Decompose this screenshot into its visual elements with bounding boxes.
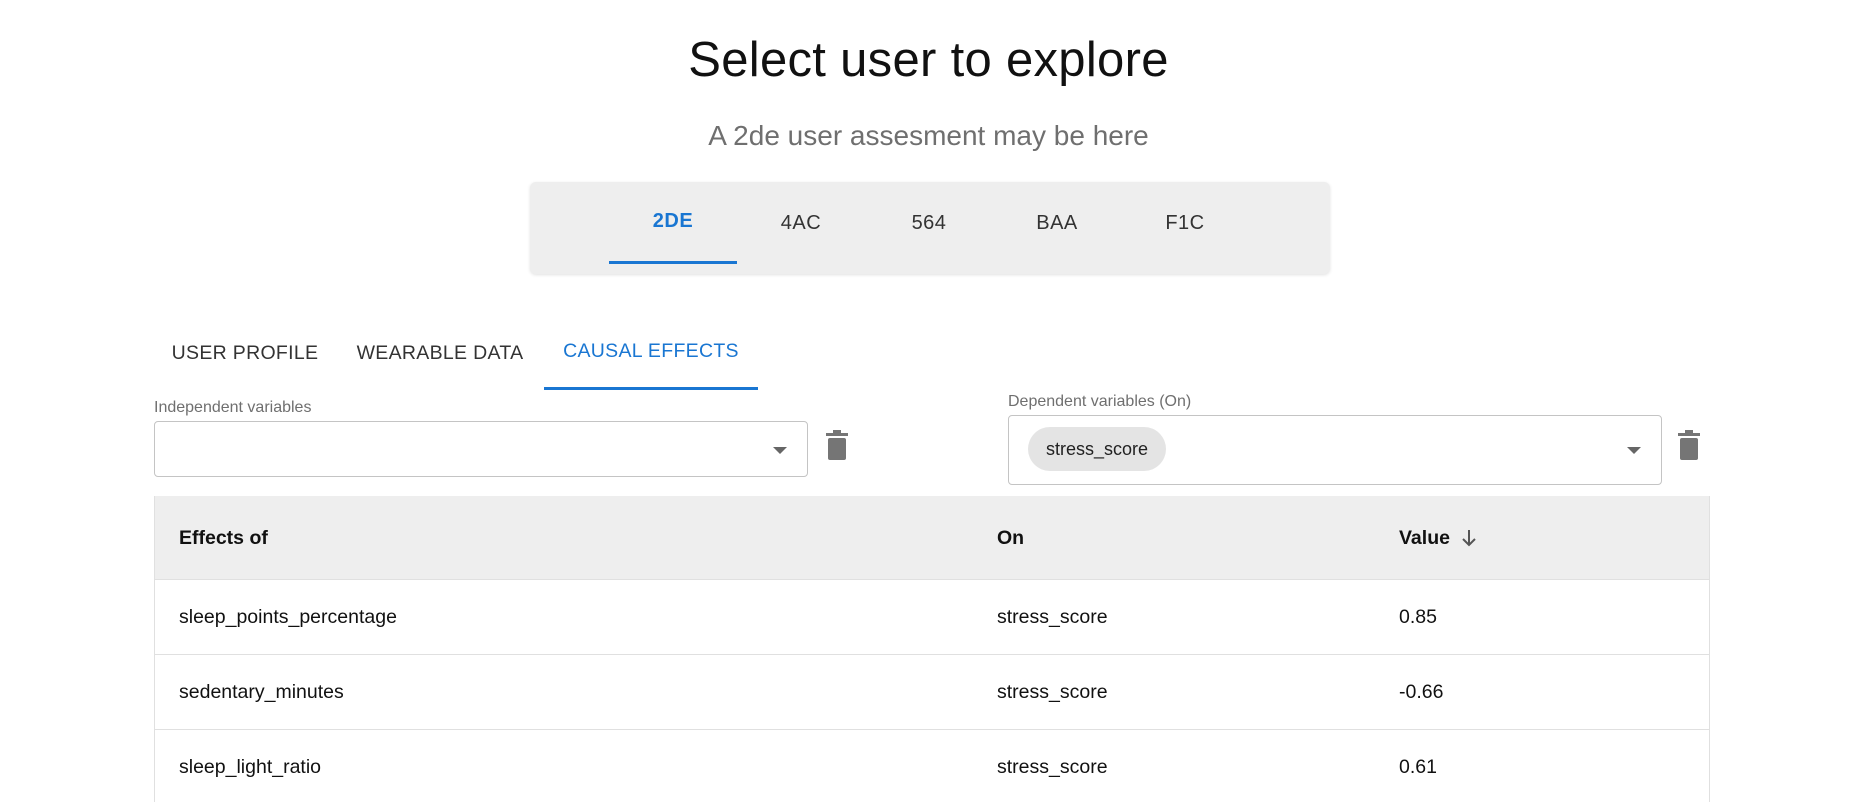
table-row[interactable]: sedentary_minutes stress_score -0.66 [155,655,1709,730]
table-row[interactable]: sleep_light_ratio stress_score 0.61 [155,730,1709,802]
causal-effects-table: Effects of On Value sleep_points_percent… [154,496,1710,802]
caret-down-icon [773,447,787,454]
page-subtitle: A 2de user assesment may be here [708,120,1149,151]
trash-icon[interactable] [825,430,849,460]
arrow-down-icon[interactable] [1460,528,1478,548]
independent-variables-select[interactable] [154,421,808,477]
dependent-variables-label: Dependent variables (On) [1008,393,1192,410]
cell-on: stress_score [997,680,1108,703]
dependent-variables-select[interactable]: stress_score [1008,415,1662,485]
column-header-value-label: Value [1399,526,1450,549]
cell-effects-of: sleep_light_ratio [179,755,322,778]
table-row[interactable]: sleep_points_percentage stress_score 0.8… [155,580,1709,655]
user-tab-bar: 2DE 4AC 564 BAA F1C [530,182,1330,274]
selected-variable-chip[interactable]: stress_score [1028,427,1167,471]
cell-effects-of: sedentary_minutes [179,680,344,703]
user-tab-564[interactable]: 564 [865,182,993,264]
column-header-on[interactable]: On [997,496,1024,580]
user-tab-2de[interactable]: 2DE [609,182,737,264]
column-header-value[interactable]: Value [1399,496,1478,580]
tab-causal-effects[interactable]: CAUSAL EFFECTS [544,330,758,390]
page-title: Select user to explore [688,33,1169,87]
cell-value: -0.66 [1399,680,1444,703]
cell-value: 0.61 [1399,755,1437,778]
cell-value: 0.85 [1399,605,1437,628]
cell-on: stress_score [997,605,1108,628]
column-header-effects-of[interactable]: Effects of [179,496,268,580]
table-header: Effects of On Value [155,496,1709,580]
cell-on: stress_score [997,755,1108,778]
tab-user-profile[interactable]: USER PROFILE [154,330,336,390]
tab-wearable-data[interactable]: WEARABLE DATA [336,330,544,390]
caret-down-icon [1627,447,1641,454]
cell-effects-of: sleep_points_percentage [179,605,397,628]
user-tab-f1c[interactable]: F1C [1121,182,1249,264]
user-tab-baa[interactable]: BAA [993,182,1121,264]
user-tab-4ac[interactable]: 4AC [737,182,865,264]
trash-icon[interactable] [1677,430,1701,460]
independent-variables-label: Independent variables [154,399,312,416]
